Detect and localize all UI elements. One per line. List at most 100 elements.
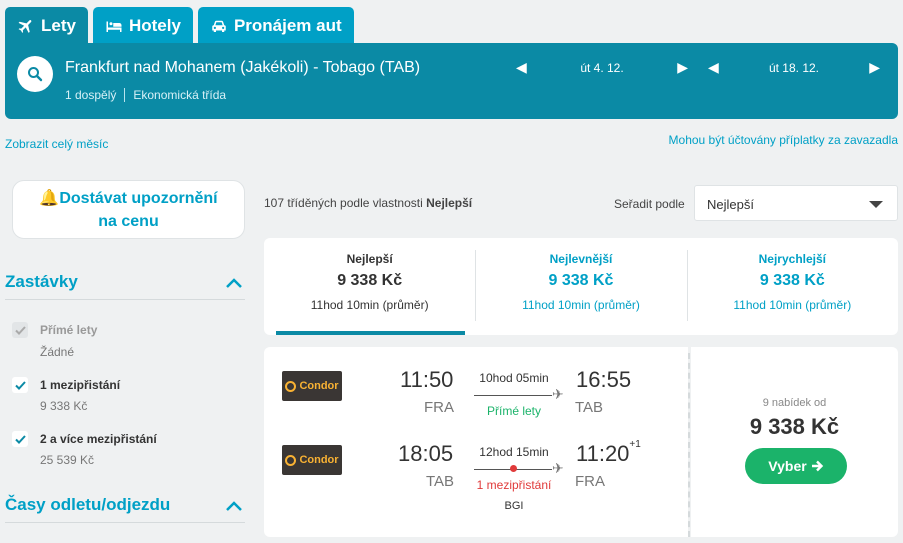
category-duration: 11hod 10min (průměr) [733, 298, 852, 312]
return-date-picker: ◀ út 18. 12. ▶ [708, 59, 880, 79]
baggage-fees-link[interactable]: Mohou být účtovány příplatky za zavazadl… [669, 133, 898, 147]
next-date-arrow-icon[interactable]: ▶ [677, 59, 688, 76]
condor-sun-icon [285, 380, 297, 392]
filter-label: 1 mezipřistání [40, 378, 121, 392]
search-icon [28, 67, 43, 82]
caret-down-icon [869, 201, 883, 208]
layover-airport: BGI [504, 500, 524, 512]
alert-label-line1: Dostávat upozornění [59, 190, 218, 207]
bell-icon: 🔔 [39, 190, 60, 207]
plus-days: +1 [629, 439, 641, 450]
flight-result-card[interactable]: Condor 11:50 FRA 10hod 05min ✈ Přímé let… [264, 347, 898, 543]
depart-date[interactable]: út 4. 12. [516, 61, 688, 75]
check-icon [14, 434, 26, 444]
ticket-divider [688, 353, 690, 537]
airline-name: Condor [299, 454, 339, 466]
stops-section-title[interactable]: Zastávky [5, 272, 78, 292]
chevron-up-icon[interactable] [225, 500, 243, 512]
airline-logo: Condor [282, 371, 342, 401]
category-name: Nejlevnější [549, 252, 613, 266]
times-section-title[interactable]: Časy odletu/odjezdu [5, 495, 170, 515]
checkbox-one-stop[interactable] [12, 377, 28, 393]
price-alert-button[interactable]: 🔔Dostávat upozornění na cenu [12, 180, 245, 239]
arrival-airport: TAB [575, 399, 604, 416]
sort-value: Nejlepší [707, 197, 754, 212]
category-name: Nejrychlejší [758, 252, 826, 266]
passenger-info[interactable]: 1 dospělý Ekonomická třída [65, 88, 226, 102]
tab-best[interactable]: Nejlepší 9 338 Kč 11hod 10min (průměr) [264, 238, 475, 335]
car-icon [212, 20, 226, 32]
flight-duration: 12hod 15min [479, 445, 549, 459]
search-summary-bar: Frankfurt nad Mohanem (Jakékoli) - Tobag… [5, 43, 898, 119]
arrival-time: 16:55 [576, 367, 631, 393]
bed-icon [106, 21, 122, 32]
filter-price: Žádné [40, 345, 75, 359]
results-count: 107 tříděných podle vlastnosti Nejlepší [264, 196, 472, 210]
check-icon [14, 325, 26, 335]
divider [5, 299, 245, 300]
stops-info: 1 mezipřistání [476, 478, 552, 492]
offers-count: 9 nabídek od [762, 397, 827, 409]
arrival-time-value: 11:20 [576, 441, 630, 466]
sort-label: Seřadit podle [614, 197, 685, 211]
divider [5, 522, 245, 523]
depart-date-picker: ◀ út 4. 12. ▶ [516, 59, 688, 79]
departure-airport: TAB [426, 473, 455, 490]
checkbox-direct[interactable] [12, 322, 28, 338]
category-name: Nejlepší [346, 252, 393, 266]
plane-icon: ✈ [552, 386, 564, 402]
sort-select[interactable]: Nejlepší [694, 185, 898, 221]
results-count-sort: Nejlepší [426, 196, 473, 210]
tab-fastest[interactable]: Nejrychlejší 9 338 Kč 11hod 10min (průmě… [686, 238, 898, 335]
departure-airport: FRA [424, 399, 454, 416]
select-label: Vyber [768, 458, 807, 474]
itinerary-details: Condor 11:50 FRA 10hod 05min ✈ Přímé let… [264, 347, 688, 537]
chevron-up-icon[interactable] [225, 277, 243, 289]
filter-price: 9 338 Kč [40, 399, 88, 413]
tab-label: Hotely [128, 15, 181, 35]
airline-name: Condor [299, 380, 339, 392]
price-panel: 9 nabídek od 9 338 Kč Vyber [691, 347, 898, 537]
product-tabs: Lety Hotely Pronájem aut [5, 7, 354, 44]
divider [124, 88, 126, 102]
total-price: 9 338 Kč [749, 414, 840, 439]
next-date-arrow-icon[interactable]: ▶ [869, 59, 880, 76]
layover-dot [510, 465, 517, 472]
plane-icon [18, 19, 32, 33]
alert-label-line2: na cenu [98, 213, 159, 230]
arrival-airport: FRA [575, 473, 605, 490]
cabin-class: Ekonomická třída [133, 88, 227, 102]
tab-cheapest[interactable]: Nejlevnější 9 338 Kč 11hod 10min (průměr… [475, 238, 686, 335]
tab-label: Pronájem aut [233, 15, 342, 35]
tab-car-rental[interactable]: Pronájem aut [197, 7, 354, 44]
filter-label: 2 a více mezipřistání [40, 432, 157, 446]
show-whole-month-link[interactable]: Zobrazit celý měsíc [5, 137, 108, 151]
filter-price: 25 539 Kč [40, 453, 95, 467]
category-duration: 11hod 10min (průměr) [522, 298, 640, 312]
select-button[interactable]: Vyber [745, 448, 847, 484]
search-button[interactable] [17, 56, 53, 92]
tab-flights[interactable]: Lety [5, 7, 88, 44]
flight-duration: 10hod 05min [479, 371, 549, 385]
checkbox-two-plus-stops[interactable] [12, 431, 28, 447]
category-duration: 11hod 10min (průměr) [310, 298, 429, 312]
tab-label: Lety [41, 15, 76, 35]
category-price: 9 338 Kč [548, 272, 614, 289]
category-price: 9 338 Kč [759, 272, 825, 289]
arrival-time-value: 16:55 [576, 367, 632, 392]
route-text[interactable]: Frankfurt nad Mohanem (Jakékoli) - Tobag… [65, 59, 420, 77]
stops-info: Přímé lety [486, 404, 541, 418]
arrival-time: 11:20+1 [576, 439, 641, 467]
passenger-count: 1 dospělý [65, 88, 117, 102]
airline-logo: Condor [282, 445, 342, 475]
plane-icon: ✈ [552, 460, 564, 476]
condor-sun-icon [285, 454, 297, 466]
flight-line [474, 395, 552, 396]
active-tab-indicator [276, 331, 466, 335]
departure-time: 11:50 [400, 367, 454, 392]
arrow-right-icon [811, 460, 823, 472]
tab-hotels[interactable]: Hotely [92, 7, 193, 44]
return-date[interactable]: út 18. 12. [708, 61, 880, 75]
check-icon [14, 380, 26, 390]
sort-category-tabs: Nejlepší 9 338 Kč 11hod 10min (průměr) N… [264, 238, 898, 335]
